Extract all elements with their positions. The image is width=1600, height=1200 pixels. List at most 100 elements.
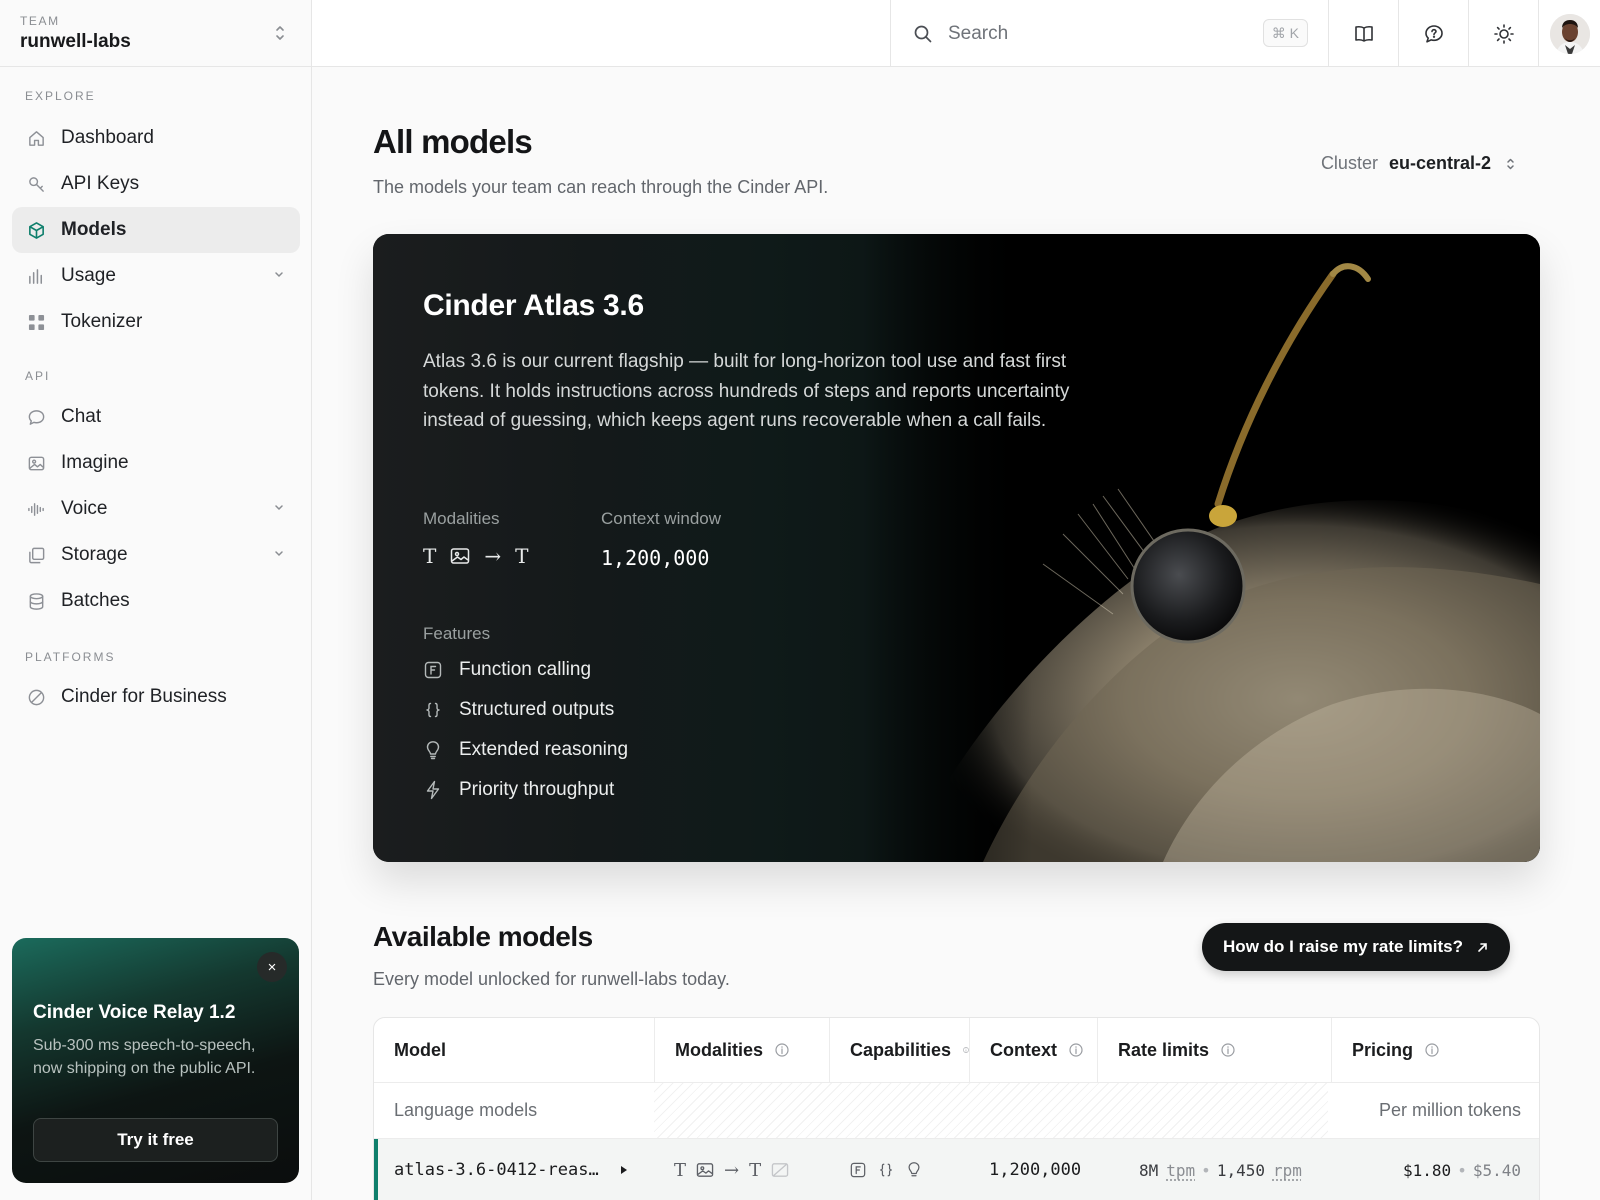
promo-text: Sub-300 ms speech-to-speech, now shippin… <box>33 1034 278 1080</box>
table-group-row: Language models Per million tokens <box>374 1082 1540 1138</box>
sidebar-item-dashboard[interactable]: Dashboard <box>12 115 300 161</box>
keyboard-shortcut: ⌘ K <box>1263 19 1308 47</box>
section-label-api: API <box>0 369 50 383</box>
feature-label: Structured outputs <box>459 699 614 721</box>
rpm-value: 1,450 <box>1217 1161 1265 1180</box>
column-label: Rate limits <box>1118 1040 1209 1061</box>
search-icon <box>913 24 933 44</box>
sidebar-item-models[interactable]: Models <box>12 207 300 253</box>
featured-model-card[interactable]: Cinder Atlas 3.6 Atlas 3.6 is our curren… <box>373 234 1540 862</box>
chevron-up-down-icon[interactable] <box>273 24 287 42</box>
sidebar-item-label: Cinder for Business <box>61 686 227 708</box>
stack-icon <box>26 545 46 565</box>
docs-button[interactable] <box>1328 0 1398 67</box>
sidebar-item-label: Voice <box>61 498 107 520</box>
theme-toggle[interactable] <box>1468 0 1538 67</box>
sun-icon <box>1493 23 1515 45</box>
available-models-subtitle: Every model unlocked for runwell-labs to… <box>373 969 730 990</box>
arrow-right-icon: → <box>724 1160 739 1181</box>
feature-label: Priority throughput <box>459 779 614 801</box>
sidebar-item-imagine[interactable]: Imagine <box>12 440 300 486</box>
hero-title: Cinder Atlas 3.6 <box>423 289 644 323</box>
sidebar-item-label: Imagine <box>61 452 129 474</box>
rate-limits-help-button[interactable]: How do I raise my rate limits? <box>1202 923 1510 971</box>
chat-icon <box>26 407 46 427</box>
column-header-modalities[interactable]: Modalities <box>654 1018 829 1082</box>
waveform-icon <box>26 499 46 519</box>
info-icon[interactable] <box>1069 1043 1083 1057</box>
help-chat-icon <box>1423 23 1445 45</box>
feature-function-calling: Function calling <box>423 659 591 681</box>
sidebar: TEAM runwell-labs EXPLORE Dashboard API … <box>0 0 312 1200</box>
table-row[interactable]: atlas-3.6-0412-reas… T → T 1,200,000 8M … <box>374 1138 1540 1200</box>
sidebar-item-batches[interactable]: Batches <box>12 578 300 624</box>
column-header-context[interactable]: Context <box>969 1018 1097 1082</box>
tpm-value: 8M <box>1139 1161 1158 1180</box>
close-icon[interactable]: × <box>257 952 287 982</box>
chevron-up-down-icon <box>1505 156 1516 172</box>
model-id: atlas-3.6-0412-reas… <box>394 1139 599 1200</box>
column-label: Pricing <box>1352 1040 1413 1061</box>
lightning-icon <box>423 780 443 800</box>
external-arrow-icon <box>1477 942 1488 953</box>
promo-card: × Cinder Voice Relay 1.2 Sub-300 ms spee… <box>12 938 299 1183</box>
hero-description: Atlas 3.6 is our current flagship — buil… <box>423 347 1083 436</box>
try-it-free-button[interactable]: Try it free <box>33 1118 278 1162</box>
slash-circle-icon <box>26 687 46 707</box>
context-window-value: 1,200,000 <box>601 546 709 570</box>
cluster-label: Cluster <box>1321 153 1378 174</box>
row-modalities: T → T <box>674 1139 799 1200</box>
feature-label: Function calling <box>459 659 591 681</box>
sidebar-item-chat[interactable]: Chat <box>12 394 300 440</box>
price-input: $1.80 <box>1403 1161 1451 1180</box>
info-icon[interactable] <box>775 1043 789 1057</box>
image-icon <box>26 453 46 473</box>
lightbulb-icon <box>906 1161 922 1179</box>
column-header-capabilities[interactable]: Capabilities <box>829 1018 969 1082</box>
help-button[interactable] <box>1398 0 1468 67</box>
search-placeholder: Search <box>948 23 1008 45</box>
feature-extended-reasoning: Extended reasoning <box>423 739 628 761</box>
team-kicker: TEAM <box>20 14 291 28</box>
image-input-icon <box>696 1162 714 1178</box>
user-menu[interactable] <box>1538 0 1600 67</box>
sidebar-item-label: Tokenizer <box>61 311 142 333</box>
chevron-down-icon[interactable] <box>274 504 284 512</box>
column-header-pricing[interactable]: Pricing <box>1331 1018 1540 1082</box>
tpm-unit[interactable]: tpm <box>1166 1161 1195 1180</box>
lightbulb-icon <box>423 740 443 760</box>
sidebar-item-storage[interactable]: Storage <box>12 532 300 578</box>
sidebar-item-label: Storage <box>61 544 128 566</box>
rpm-unit[interactable]: rpm <box>1273 1161 1302 1180</box>
database-icon <box>26 591 46 611</box>
page-subtitle: The models your team can reach through t… <box>373 177 828 198</box>
sidebar-item-label: Dashboard <box>61 127 154 149</box>
chevron-down-icon[interactable] <box>274 271 284 279</box>
team-switcher[interactable]: TEAM runwell-labs <box>0 0 311 67</box>
avatar[interactable] <box>1550 14 1590 54</box>
main-content: All models The models your team can reac… <box>312 67 1600 1200</box>
info-icon[interactable] <box>1221 1043 1235 1057</box>
key-icon <box>26 174 46 194</box>
cube-icon <box>26 220 46 240</box>
column-label: Model <box>394 1040 446 1061</box>
play-icon[interactable] <box>620 1165 628 1175</box>
sidebar-item-tokenizer[interactable]: Tokenizer <box>12 299 300 345</box>
separator-dot: • <box>1457 1161 1467 1180</box>
feature-structured-outputs: Structured outputs <box>423 699 614 721</box>
chevron-down-icon[interactable] <box>274 550 284 558</box>
page-title: All models <box>373 123 532 161</box>
sidebar-item-api-keys[interactable]: API Keys <box>12 161 300 207</box>
image-input-icon <box>450 547 470 565</box>
available-models-title: Available models <box>373 921 593 953</box>
info-icon[interactable] <box>1425 1043 1439 1057</box>
search-input[interactable]: Search ⌘ K <box>890 0 1328 67</box>
group-unit: Per million tokens <box>1379 1100 1521 1121</box>
sidebar-item-voice[interactable]: Voice <box>12 486 300 532</box>
cluster-selector[interactable]: Cluster eu-central-2 <box>1321 153 1516 174</box>
sidebar-item-usage[interactable]: Usage <box>12 253 300 299</box>
column-header-rate-limits[interactable]: Rate limits <box>1097 1018 1331 1082</box>
column-header-model[interactable]: Model <box>374 1018 654 1082</box>
column-label: Modalities <box>675 1040 763 1061</box>
sidebar-item-cinder-for-business[interactable]: Cinder for Business <box>12 674 300 720</box>
